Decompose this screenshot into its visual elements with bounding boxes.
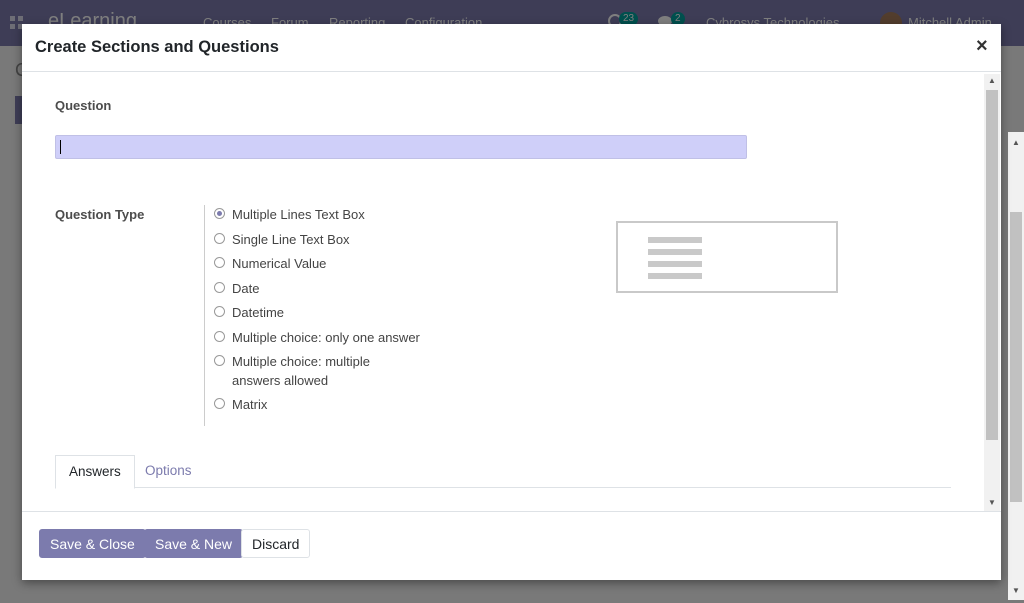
text-cursor [60, 140, 61, 154]
scroll-down-icon[interactable]: ▼ [988, 498, 996, 507]
radio-unchecked-icon[interactable] [214, 398, 225, 409]
radio-date[interactable]: Date [214, 279, 259, 298]
radio-label: Multiple choice: multiple answers allowe… [232, 354, 371, 388]
modal-scrollbar[interactable]: ▲ ▼ [984, 74, 1000, 511]
question-type-label: Question Type [55, 207, 145, 222]
save-close-button[interactable]: Save & Close [39, 529, 146, 558]
preview-text-line [648, 249, 702, 255]
radio-checked-icon[interactable] [214, 208, 225, 219]
create-question-dialog: Create Sections and Questions × Question… [22, 24, 1001, 580]
preview-text-line [648, 261, 702, 267]
radio-matrix[interactable]: Matrix [214, 395, 267, 414]
save-new-button[interactable]: Save & New [144, 529, 244, 558]
radio-label: Numerical Value [232, 256, 327, 271]
tab-answers[interactable]: Answers [55, 455, 135, 489]
radio-unchecked-icon[interactable] [214, 306, 225, 317]
question-input[interactable] [55, 135, 747, 159]
modal-scrollbar-thumb[interactable] [986, 90, 998, 440]
radio-unchecked-icon[interactable] [214, 233, 225, 244]
radio-single-line-text-box[interactable]: Single Line Text Box [214, 230, 350, 249]
radio-unchecked-icon[interactable] [214, 331, 225, 342]
radio-label: Single Line Text Box [232, 232, 350, 247]
radio-unchecked-icon[interactable] [214, 282, 225, 293]
modal-title: Create Sections and Questions [35, 38, 279, 56]
tab-options[interactable]: Options [132, 455, 205, 487]
question-type-radio-group: Multiple Lines Text Box Single Line Text… [204, 205, 445, 426]
scroll-up-icon[interactable]: ▲ [1012, 138, 1020, 147]
question-label: Question [55, 98, 112, 113]
modal-header: Create Sections and Questions × [22, 24, 1001, 72]
scroll-down-icon[interactable]: ▼ [1012, 586, 1020, 595]
radio-unchecked-icon[interactable] [214, 355, 225, 366]
preview-text-line [648, 273, 702, 279]
modal-footer: Save & Close Save & New Discard [22, 511, 1001, 581]
modal-body: Question Question Type Multiple Lines Te… [22, 72, 1001, 511]
page-scrollbar[interactable]: ▲ ▼ [1008, 132, 1024, 600]
radio-label: Multiple choice: only one answer [232, 330, 420, 345]
radio-datetime[interactable]: Datetime [214, 303, 284, 322]
page-scrollbar-thumb[interactable] [1010, 212, 1022, 502]
radio-unchecked-icon[interactable] [214, 257, 225, 268]
radio-label: Datetime [232, 305, 285, 320]
radio-label: Date [232, 281, 260, 296]
close-icon[interactable]: × [976, 36, 988, 56]
radio-multiple-choice-one[interactable]: Multiple choice: only one answer [214, 328, 420, 347]
discard-button[interactable]: Discard [241, 529, 311, 558]
radio-numerical-value[interactable]: Numerical Value [214, 254, 326, 273]
radio-multiple-lines-text-box[interactable]: Multiple Lines Text Box [214, 205, 365, 224]
notebook-tabs: Answers Options [55, 455, 951, 489]
question-type-preview-image [616, 221, 838, 293]
scroll-up-icon[interactable]: ▲ [988, 76, 996, 85]
preview-text-line [648, 237, 702, 243]
radio-multiple-choice-multiple[interactable]: Multiple choice: multiple answers allowe… [214, 352, 419, 390]
radio-label: Matrix [232, 397, 268, 412]
radio-label: Multiple Lines Text Box [232, 207, 365, 222]
